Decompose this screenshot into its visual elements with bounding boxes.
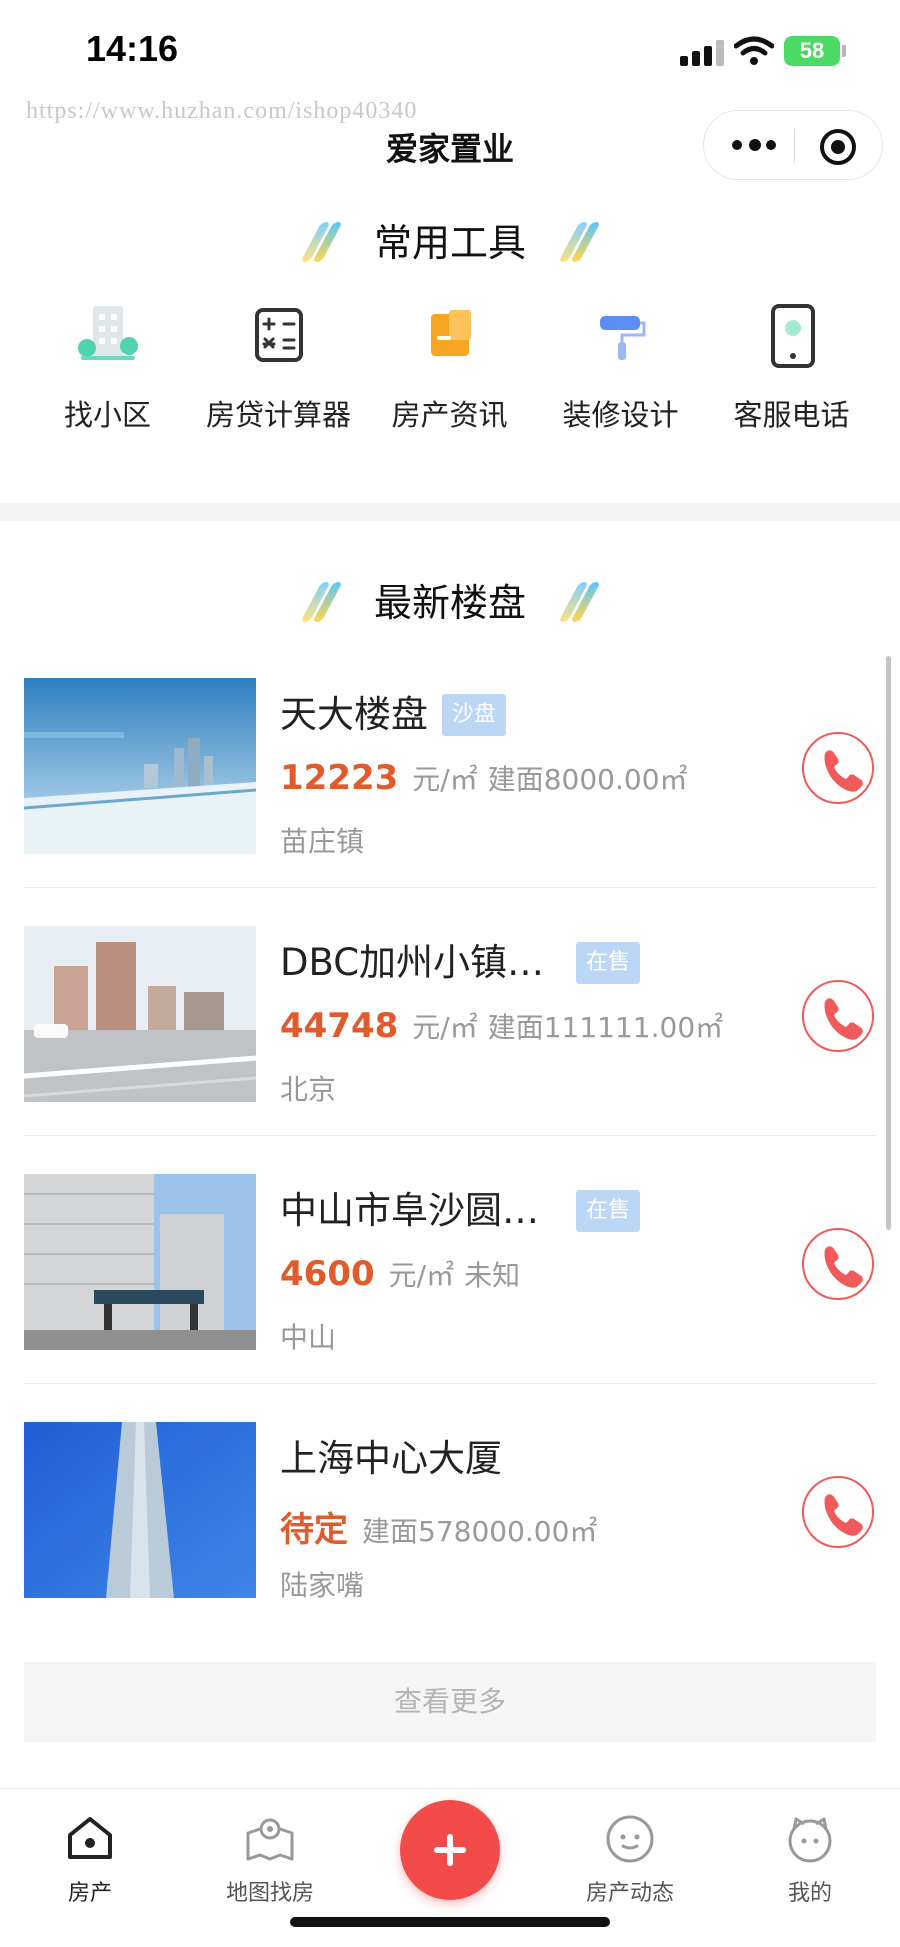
phone-icon <box>824 1246 863 1288</box>
listing-item[interactable]: 上海中心大厦 待定 建面578000.00㎡ 陆家嘴 <box>24 1392 876 1632</box>
listing-meta: 4600 元/㎡ 未知 <box>280 1254 520 1294</box>
map-pin-icon <box>244 1813 296 1865</box>
close-miniprogram-icon[interactable] <box>820 129 856 165</box>
listing-name: 上海中心大厦 <box>280 1437 502 1480</box>
listings-section-header: 最新楼盘 <box>0 572 900 627</box>
listing-location: 苗庄镇 <box>280 825 365 858</box>
tool-service-phone[interactable]: 客服电话 <box>706 300 877 460</box>
listing-area: 未知 <box>464 1259 521 1292</box>
tool-label: 装修设计 <box>562 398 679 432</box>
listing-price: 44748 <box>280 1006 399 1046</box>
call-button[interactable] <box>802 1228 874 1300</box>
listing-photo <box>24 678 256 854</box>
price-unit: 元/㎡ <box>412 1011 478 1044</box>
phone-icon <box>824 750 863 792</box>
listing-item[interactable]: 中山市阜沙圆… 在售 4600 元/㎡ 未知 中山 <box>24 1144 876 1384</box>
tab-mine[interactable]: 我的 <box>740 1813 880 1907</box>
signal-icon <box>680 40 724 66</box>
listing-location: 中山 <box>280 1321 337 1354</box>
tab-label: 地图找房 <box>225 1881 314 1906</box>
title-decoration-icon <box>300 218 343 262</box>
calculator-icon <box>244 300 314 370</box>
call-button[interactable] <box>802 980 874 1052</box>
battery-cap <box>842 45 846 57</box>
tool-find-community[interactable]: 找小区 <box>22 300 193 460</box>
status-badge: 沙盘 <box>442 694 507 736</box>
wifi-icon <box>734 36 774 65</box>
tool-label: 房产资讯 <box>391 398 508 432</box>
view-more-button[interactable]: 查看更多 <box>24 1662 876 1742</box>
listing-area: 建面111111.00㎡ <box>487 1011 724 1044</box>
listing-meta: 44748 元/㎡ 建面111111.00㎡ <box>280 1006 723 1046</box>
tab-property[interactable]: 房产 <box>20 1813 160 1907</box>
price-unit: 元/㎡ <box>388 1259 455 1292</box>
listing-photo <box>24 1174 256 1350</box>
price-unit: 元/㎡ <box>412 763 478 796</box>
status-badge: 在售 <box>576 942 641 984</box>
scrollbar[interactable] <box>886 656 891 1230</box>
section-title: 最新楼盘 <box>373 581 526 625</box>
listing-area: 建面578000.00㎡ <box>362 1515 598 1548</box>
tool-label: 房贷计算器 <box>205 398 351 432</box>
section-title: 常用工具 <box>373 221 526 265</box>
listing-area: 建面8000.00㎡ <box>487 763 688 796</box>
battery-indicator: 58 <box>784 36 840 66</box>
listing-name: 中山市阜沙圆… <box>280 1189 539 1232</box>
listing-photo <box>24 1422 256 1598</box>
home-icon <box>64 1813 116 1865</box>
status-bar: 14:16 58 <box>0 0 900 100</box>
listing-name: 天大楼盘 <box>280 693 428 736</box>
listing-photo <box>24 926 256 1102</box>
tool-property-news[interactable]: 房产资讯 <box>364 300 535 460</box>
tab-label: 房产 <box>67 1881 112 1906</box>
chat-face-icon <box>604 1813 656 1865</box>
listing-meta: 待定 建面578000.00㎡ <box>280 1502 597 1551</box>
listing-item[interactable]: 天大楼盘 沙盘 12223 元/㎡ 建面8000.00㎡ 苗庄镇 <box>24 648 876 888</box>
section-separator <box>0 503 900 521</box>
tool-loan-calculator[interactable]: 房贷计算器 <box>193 300 364 460</box>
status-badge: 在售 <box>576 1190 641 1232</box>
phone-device-icon <box>757 300 827 370</box>
watermark-text: https://www.huzhan.com/ishop40340 <box>26 98 418 124</box>
home-indicator <box>290 1917 610 1927</box>
miniprogram-capsule <box>703 110 883 180</box>
title-decoration-icon <box>558 218 601 262</box>
phone-icon <box>824 1494 863 1536</box>
tab-label: 我的 <box>787 1881 832 1906</box>
profile-face-icon <box>784 1813 836 1865</box>
tab-property-news[interactable]: 房产动态 <box>560 1813 700 1907</box>
tools-section-header: 常用工具 <box>0 212 900 267</box>
listing-location: 北京 <box>280 1073 337 1106</box>
listing-price: 待定 <box>280 1510 348 1550</box>
tool-label: 找小区 <box>63 398 151 432</box>
building-icon <box>73 300 143 370</box>
more-icon[interactable] <box>732 135 776 155</box>
tab-label: 房产动态 <box>585 1881 674 1906</box>
status-time: 14:16 <box>86 28 179 69</box>
listing-meta: 12223 元/㎡ 建面8000.00㎡ <box>280 758 688 798</box>
capsule-divider <box>794 129 795 163</box>
tab-map-search[interactable]: 地图找房 <box>200 1813 340 1907</box>
call-button[interactable] <box>802 732 874 804</box>
tool-decoration-design[interactable]: 装修设计 <box>535 300 706 460</box>
tool-label: 客服电话 <box>733 398 850 432</box>
listing-price: 4600 <box>280 1254 375 1294</box>
listing-location: 陆家嘴 <box>280 1569 365 1602</box>
title-decoration-icon <box>558 578 601 622</box>
call-button[interactable] <box>802 1476 874 1548</box>
listing-name: DBC加州小镇… <box>280 941 545 984</box>
title-decoration-icon <box>300 578 343 622</box>
phone-icon <box>824 998 863 1040</box>
news-icon <box>415 300 485 370</box>
listing-price: 12223 <box>280 758 399 798</box>
tools-grid: 找小区 房贷计算器 房产资讯 装修设计 客服电话 <box>22 300 878 460</box>
paint-roller-icon <box>586 300 656 370</box>
listing-item[interactable]: DBC加州小镇… 在售 44748 元/㎡ 建面111111.00㎡ 北京 <box>24 896 876 1136</box>
add-button[interactable] <box>400 1800 500 1900</box>
